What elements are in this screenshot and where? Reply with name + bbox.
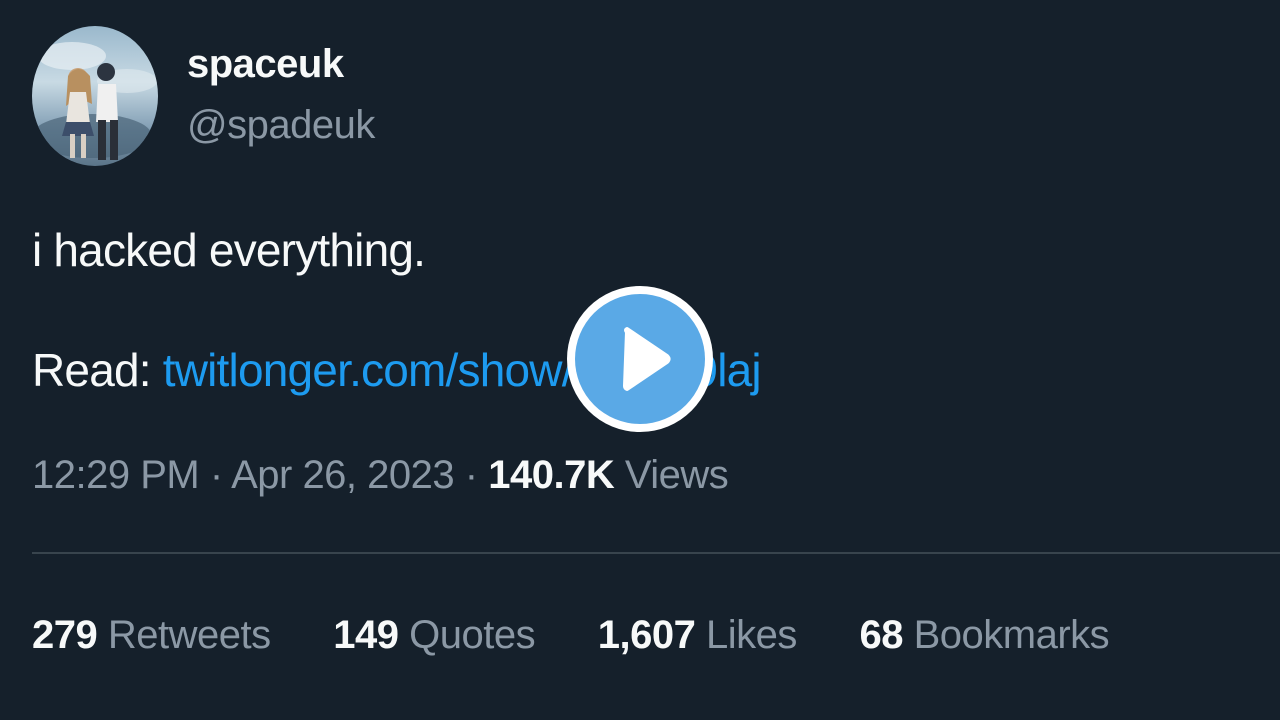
avatar[interactable] [32,26,158,166]
divider [32,552,1280,554]
likes-count: 1,607 [597,613,696,657]
quotes-label: Quotes [409,613,536,657]
quotes-count: 149 [333,613,399,657]
meta-separator: · [209,453,223,497]
bookmarks-count: 68 [859,613,903,657]
avatar-image [32,42,157,160]
tweet-page: spaceuk @spadeuk i hacked everything. Re… [0,0,1280,720]
engagement-stats: 279 Retweets 149 Quotes 1,607 Likes 68 B… [32,613,1161,658]
user-handle[interactable]: @spadeuk [187,103,375,148]
tweet-time[interactable]: 12:29 PM [32,453,200,497]
tweet-meta: 12:29 PM · Apr 26, 2023 · 140.7K Views [32,453,729,498]
likes-stat[interactable]: 1,607 Likes [597,613,798,658]
views-label: Views [624,453,729,497]
meta-separator: · [464,453,478,497]
bookmarks-label: Bookmarks [913,613,1110,657]
tweet-text: i hacked everything. [32,224,426,276]
tweet-date[interactable]: Apr 26, 2023 [231,453,455,497]
play-button[interactable] [567,286,713,432]
play-icon [623,327,671,391]
likes-label: Likes [705,613,797,657]
bookmarks-stat[interactable]: 68 Bookmarks [859,613,1109,658]
retweets-label: Retweets [107,613,271,657]
retweets-stat[interactable]: 279 Retweets [32,613,271,658]
quotes-stat[interactable]: 149 Quotes [333,613,535,658]
read-label: Read: [32,344,152,396]
views-count: 140.7K [488,453,615,497]
display-name[interactable]: spaceuk [187,42,344,87]
play-button-face [575,294,705,424]
retweets-count: 279 [32,613,98,657]
